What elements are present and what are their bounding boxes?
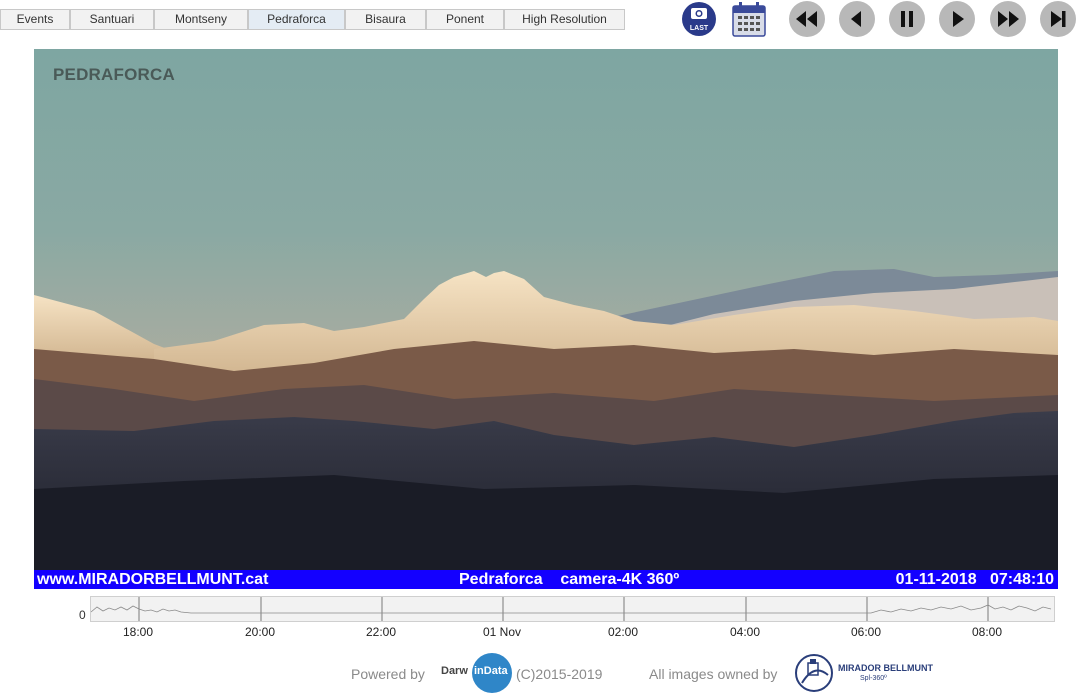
webcam-image[interactable]: PEDRAFORCA — [34, 49, 1058, 570]
last-image-button[interactable]: LAST — [681, 1, 717, 37]
owner-name: MIRADOR BELLMUNT — [838, 663, 933, 673]
tab-santuari[interactable]: Santuari — [70, 9, 154, 30]
timeline-zero-label: 0 — [79, 608, 86, 622]
fast-rewind-icon — [796, 11, 817, 27]
activity-sparkline — [90, 597, 1052, 621]
tab-pedraforca[interactable]: Pedraforca — [248, 9, 345, 30]
owner-subtitle: Spl-360º — [860, 675, 887, 682]
camera-location-label: PEDRAFORCA — [53, 65, 175, 84]
tab-ponent[interactable]: Ponent — [426, 9, 504, 30]
capture-time: 07:48:10 — [989, 571, 1054, 588]
pause-button[interactable] — [889, 1, 925, 37]
tab-bisaura[interactable]: Bisaura — [345, 9, 426, 30]
capture-date: 01-11-2018 — [895, 571, 977, 588]
calendar-button[interactable] — [731, 1, 767, 37]
timeline-tick: 20:00 — [244, 625, 276, 639]
timeline-tick: 01 Nov — [482, 625, 522, 639]
camera-last-icon: LAST — [682, 2, 716, 36]
darwindata-logo-text-1: Darw — [441, 665, 468, 677]
timeline-tick: 04:00 — [729, 625, 761, 639]
mirador-bellmunt-logo[interactable] — [794, 653, 834, 693]
caption-bar: www.MIRADORBELLMUNT.cat Pedraforca camer… — [34, 570, 1058, 589]
pause-icon — [901, 11, 913, 27]
step-back-icon — [851, 11, 861, 27]
copyright-text: (C)2015-2019 — [516, 666, 603, 682]
fast-forward-icon — [998, 11, 1019, 27]
skip-end-button[interactable] — [1040, 1, 1076, 37]
timeline-tick: 06:00 — [850, 625, 882, 639]
timeline-tick: 22:00 — [365, 625, 397, 639]
powered-by-text: Powered by — [351, 666, 425, 682]
camera-model: camera-4K 360º — [560, 571, 680, 588]
location-tabs: Events Santuari Montseny Pedraforca Bisa… — [0, 9, 625, 30]
owned-by-text: All images owned by — [649, 666, 778, 682]
tab-montseny[interactable]: Montseny — [154, 9, 248, 30]
tab-events[interactable]: Events — [0, 9, 70, 30]
timeline-tick: 08:00 — [971, 625, 1003, 639]
fast-rewind-button[interactable] — [789, 1, 825, 37]
darwindata-logo-text-2: inData — [474, 665, 508, 677]
skip-end-icon — [1051, 11, 1066, 27]
site-url: www.MIRADORBELLMUNT.cat — [37, 571, 269, 588]
play-icon — [953, 11, 964, 27]
mountain-landscape-image — [34, 49, 1058, 570]
location-name: Pedraforca — [459, 571, 543, 588]
timeline-tick: 02:00 — [607, 625, 639, 639]
timestamp: 01-11-2018 07:48:10 — [896, 570, 1054, 589]
svg-text:LAST: LAST — [690, 25, 709, 32]
timeline-tick: 18:00 — [122, 625, 154, 639]
fast-forward-button[interactable] — [990, 1, 1026, 37]
darwindata-logo[interactable]: Darw inData — [441, 652, 513, 693]
step-back-button[interactable] — [839, 1, 875, 37]
camera-info: Pedraforca camera-4K 360º — [459, 570, 679, 589]
timeline-track[interactable] — [90, 596, 1055, 622]
calendar-icon — [732, 2, 766, 37]
play-button[interactable] — [939, 1, 975, 37]
tab-high-resolution[interactable]: High Resolution — [504, 9, 625, 30]
mirador-bellmunt-emblem-icon — [795, 654, 833, 692]
